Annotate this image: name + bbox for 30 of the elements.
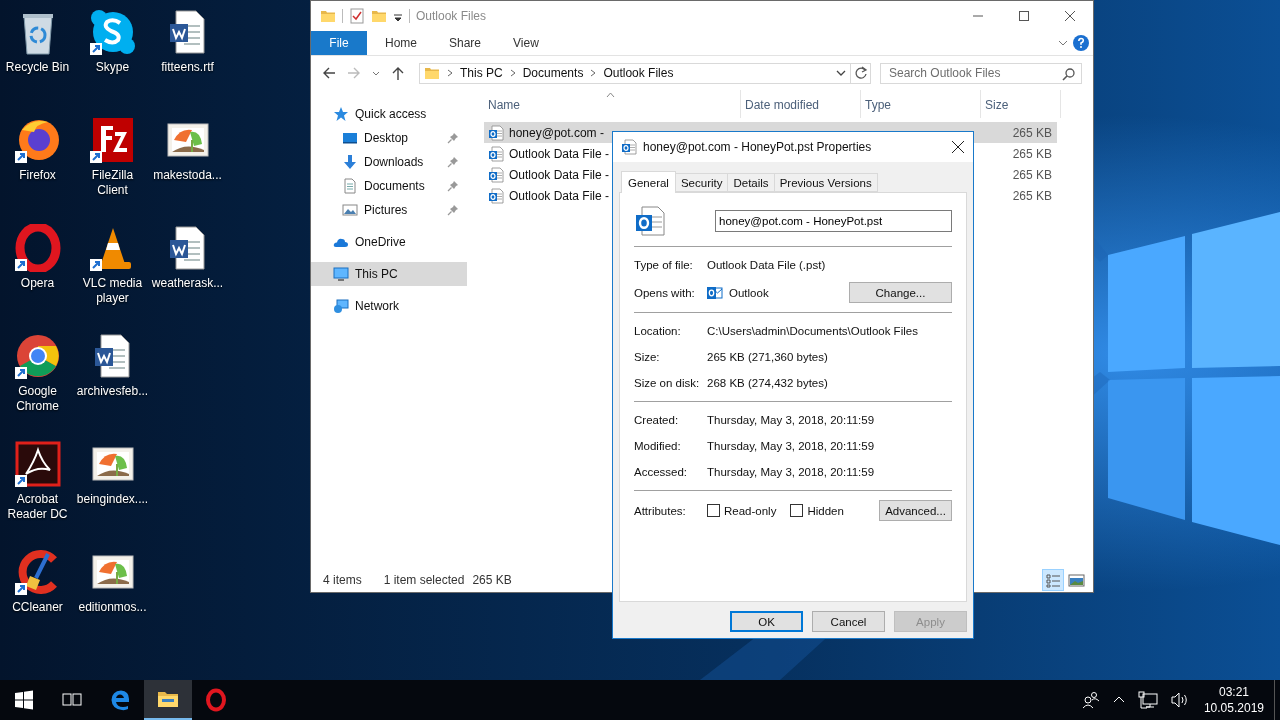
field-value: Thursday, May 3, 2018, 20:11:59: [707, 440, 875, 452]
selection-size: 265 KB: [472, 573, 512, 587]
selection-info: 1 item selected: [383, 573, 465, 587]
file-size: 265 KB: [1012, 167, 1052, 182]
file-name: Outlook Data File -: [509, 146, 610, 161]
field-value: 265 KB (271,360 bytes): [707, 351, 828, 363]
field-label: Modified:: [634, 440, 682, 452]
file-name: Outlook Data File -: [509, 167, 610, 182]
file-size: 265 KB: [1012, 188, 1052, 203]
field-value: 268 KB (274,432 bytes): [707, 377, 828, 389]
field-label: Type of file:: [634, 259, 694, 271]
field-label: Accessed:: [634, 466, 689, 478]
window-title: Outlook Files: [416, 9, 487, 23]
item-count: 4 items: [323, 573, 362, 587]
field-label: Opens with:: [634, 286, 696, 299]
file-size: 265 KB: [1012, 125, 1052, 140]
file-size: 265 KB: [1012, 146, 1052, 161]
file-name: Outlook Data File -: [509, 188, 610, 203]
file-name: honey@pot.com -: [509, 125, 604, 140]
field-label: Location:: [634, 325, 682, 337]
field-label: Attributes:: [634, 504, 687, 517]
field-value: C:\Users\admin\Documents\Outlook Files: [707, 325, 918, 337]
field-label: Size:: [634, 351, 661, 363]
dialog-title: honey@pot.com - HoneyPot.pst Properties: [643, 140, 872, 154]
field-label: Created:: [634, 414, 680, 426]
app-name: Outlook: [729, 286, 769, 299]
field-value: Outlook Data File (.pst): [707, 259, 826, 271]
field-value: Thursday, May 3, 2018, 20:11:59: [707, 466, 875, 478]
field-value: Thursday, May 3, 2018, 20:11:59: [707, 414, 875, 426]
field-label: Size on disk:: [634, 377, 701, 389]
